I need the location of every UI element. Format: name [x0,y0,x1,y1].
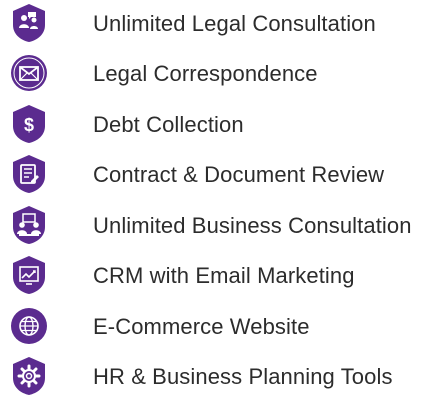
feature-item-business-consultation: Unlimited Business Consultation [0,205,446,245]
feature-list: Unlimited Legal Consultation Legal Corre… [0,0,446,396]
gear-icon [9,356,49,396]
feature-label: Unlimited Business Consultation [93,213,412,238]
feature-label: Legal Correspondence [93,61,318,86]
svg-text:$: $ [24,115,34,135]
consultation-icon [9,3,49,43]
globe-icon [9,306,49,346]
feature-label: Contract & Document Review [93,162,385,187]
business-meeting-icon [9,205,49,245]
feature-label: Unlimited Legal Consultation [93,11,376,36]
feature-item-contract-review: Contract & Document Review [0,154,446,194]
feature-label: HR & Business Planning Tools [93,364,393,389]
feature-item-crm: CRM with Email Marketing [0,255,446,295]
feature-item-ecommerce: E-Commerce Website [0,306,446,346]
feature-label: Debt Collection [93,112,244,137]
feature-item-hr-tools: HR & Business Planning Tools [0,356,446,396]
envelope-icon [9,53,49,93]
feature-item-legal-correspondence: Legal Correspondence [0,53,446,93]
feature-label: E-Commerce Website [93,314,310,339]
document-review-icon [9,154,49,194]
crm-chart-icon [9,255,49,295]
feature-label: CRM with Email Marketing [93,263,355,288]
feature-item-debt-collection: $ Debt Collection [0,104,446,144]
feature-item-legal-consultation: Unlimited Legal Consultation [0,3,446,43]
dollar-icon: $ [9,104,49,144]
